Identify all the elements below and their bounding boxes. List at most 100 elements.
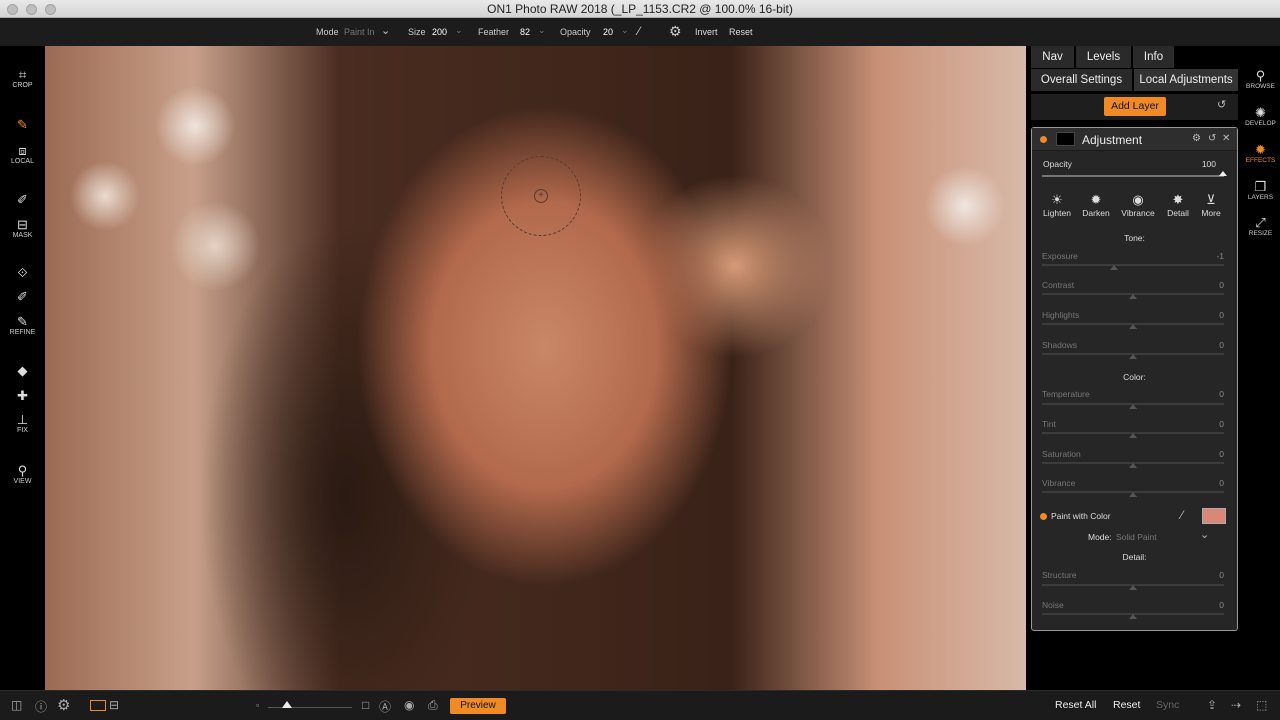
refine-chisel-tool[interactable]: ⟐ (0, 266, 45, 280)
preset-darken[interactable]: ✹ Darken (1077, 192, 1115, 218)
mode-select[interactable]: Paint In (344, 27, 375, 37)
healing-tool[interactable]: ✚ (0, 389, 45, 403)
exposure-slider[interactable] (1042, 264, 1224, 266)
module-layers[interactable]: ❐ LAYERS (1241, 179, 1280, 201)
fix-tool[interactable]: ⊥ FIX (0, 413, 45, 435)
reset-brush-button[interactable]: Reset (729, 27, 753, 37)
module-develop[interactable]: ✺ DEVELOP (1241, 105, 1280, 127)
zoom-slider[interactable] (268, 707, 352, 708)
eyedropper-icon[interactable]: ⁄ (1181, 508, 1183, 522)
local-brush-tool[interactable]: ✎ (0, 118, 45, 132)
exposure-value[interactable]: -1 (1194, 251, 1224, 261)
shadows-value[interactable]: 0 (1194, 340, 1224, 350)
opacity-value[interactable]: 20 (603, 27, 613, 37)
contrast-value[interactable]: 0 (1194, 280, 1224, 290)
view-tool[interactable]: ⚲ VIEW (0, 464, 45, 486)
structure-slider-knob[interactable] (1129, 585, 1137, 590)
compare-view-icon[interactable]: ⊟ (109, 698, 119, 712)
clipping-icon[interactable]: ⎙ (428, 698, 438, 713)
tint-slider-knob[interactable] (1129, 433, 1137, 438)
adjustment-panel: Adjustment ⚙ ↺ ✕ Opacity 100 ☀ Lighten ✹… (1031, 127, 1238, 631)
local-tool[interactable]: ⧈ LOCAL (0, 144, 45, 166)
minimize-window-button[interactable] (26, 4, 37, 15)
vibrance-value[interactable]: 0 (1194, 478, 1224, 488)
contrast-label: Contrast (1042, 280, 1075, 290)
temperature-value[interactable]: 0 (1194, 389, 1224, 399)
panel-toggle-icon[interactable]: ◫ (11, 698, 22, 712)
brush-wand-icon[interactable]: ⁄ (638, 24, 640, 38)
paint-mode-select[interactable]: Solid Paint (1116, 532, 1157, 542)
add-layer-button[interactable]: Add Layer (1104, 97, 1166, 116)
circle-mask-icon[interactable]: ◉ (404, 698, 414, 712)
noise-slider-knob[interactable] (1129, 614, 1137, 619)
preset-lighten[interactable]: ☀ Lighten (1038, 192, 1076, 218)
brush-icon: ✎ (17, 117, 28, 132)
preset-vibrance[interactable]: ◉ Vibrance (1119, 192, 1157, 218)
reset-layers-icon[interactable]: ↺ (1217, 98, 1226, 111)
reset-icon[interactable]: ↺ (1208, 133, 1216, 144)
shadows-slider-knob[interactable] (1129, 354, 1137, 359)
reset-all-button[interactable]: Reset All (1055, 699, 1096, 711)
share-icon[interactable]: ⇪ (1207, 698, 1217, 712)
close-icon[interactable]: ✕ (1222, 133, 1230, 144)
module-resize[interactable]: ⤢ RESIZE (1241, 215, 1280, 237)
single-view-icon[interactable] (90, 700, 106, 711)
tint-value[interactable]: 0 (1194, 419, 1224, 429)
refine-tool[interactable]: ✎ REFINE (0, 315, 45, 337)
preview-button[interactable]: Preview (450, 698, 506, 714)
masking-brush-tool[interactable]: ✐ (0, 193, 45, 207)
highlights-slider-knob[interactable] (1129, 324, 1137, 329)
layer-visibility-dot[interactable] (1040, 136, 1047, 143)
auto-icon[interactable]: Ⓐ (379, 698, 391, 715)
opacity-chevron-icon[interactable]: ⌄ (621, 25, 629, 36)
zoom-out-icon[interactable]: ▫ (256, 700, 259, 710)
settings-gear-icon[interactable]: ⚙ (669, 23, 682, 40)
feather-chevron-icon[interactable]: ⌄ (538, 25, 546, 36)
opacity-slider-knob[interactable] (1219, 171, 1227, 176)
size-chevron-icon[interactable]: ⌄ (455, 25, 463, 36)
refine-brush-tool[interactable]: ✐ (0, 290, 45, 304)
photo-canvas[interactable]: + (45, 46, 1026, 690)
mask-tool[interactable]: ⊟ MASK (0, 218, 45, 240)
tab-local-adjustments[interactable]: Local Adjustments (1134, 69, 1238, 91)
tab-nav[interactable]: Nav (1031, 46, 1074, 68)
module-effects[interactable]: ✹ EFFECTS (1241, 142, 1280, 164)
opacity-slider[interactable] (1042, 175, 1224, 177)
module-browse[interactable]: ⚲ BROWSE (1241, 68, 1280, 90)
export-icon[interactable]: ⬚ (1256, 698, 1267, 712)
highlights-value[interactable]: 0 (1194, 310, 1224, 320)
preset-more[interactable]: ⊻ More (1192, 192, 1230, 218)
tab-overall-settings[interactable]: Overall Settings (1031, 69, 1132, 91)
structure-value[interactable]: 0 (1194, 570, 1224, 580)
send-to-icon[interactable]: ⇢ (1231, 698, 1241, 712)
zoom-slider-knob[interactable] (282, 701, 292, 708)
vibrance-slider-knob[interactable] (1129, 492, 1137, 497)
exposure-slider-knob[interactable] (1110, 265, 1118, 270)
noise-value[interactable]: 0 (1194, 600, 1224, 610)
paint-with-color-dot[interactable] (1040, 513, 1047, 520)
saturation-value[interactable]: 0 (1194, 449, 1224, 459)
mask-overlay-icon[interactable]: □ (362, 698, 369, 712)
layer-mask-thumbnail[interactable] (1056, 132, 1075, 146)
temperature-slider-knob[interactable] (1129, 404, 1137, 409)
gear-icon[interactable]: ⚙ (1192, 133, 1201, 144)
retouch-brush-tool[interactable]: ◆ (0, 364, 45, 378)
saturation-slider-knob[interactable] (1129, 463, 1137, 468)
size-value[interactable]: 200 (432, 27, 447, 37)
close-window-button[interactable] (7, 4, 18, 15)
feather-value[interactable]: 82 (520, 27, 530, 37)
tab-levels[interactable]: Levels (1076, 46, 1131, 68)
help-icon[interactable]: ⓘ (35, 698, 47, 715)
mode-chevron-icon[interactable]: ⌄ (381, 24, 390, 37)
crop-tool[interactable]: ⌗ CROP (0, 68, 45, 90)
tab-info[interactable]: Info (1133, 46, 1174, 68)
invert-button[interactable]: Invert (695, 27, 718, 37)
paint-mode-chevron-icon[interactable]: ⌄ (1200, 528, 1209, 541)
reset-button[interactable]: Reset (1113, 699, 1140, 711)
sync-button[interactable]: Sync (1156, 699, 1179, 711)
zoom-window-button[interactable] (45, 4, 56, 15)
paint-color-swatch[interactable] (1202, 508, 1226, 524)
preferences-gear-icon[interactable]: ⚙ (57, 696, 70, 714)
opacity-value[interactable]: 100 (1186, 159, 1216, 169)
contrast-slider-knob[interactable] (1129, 294, 1137, 299)
